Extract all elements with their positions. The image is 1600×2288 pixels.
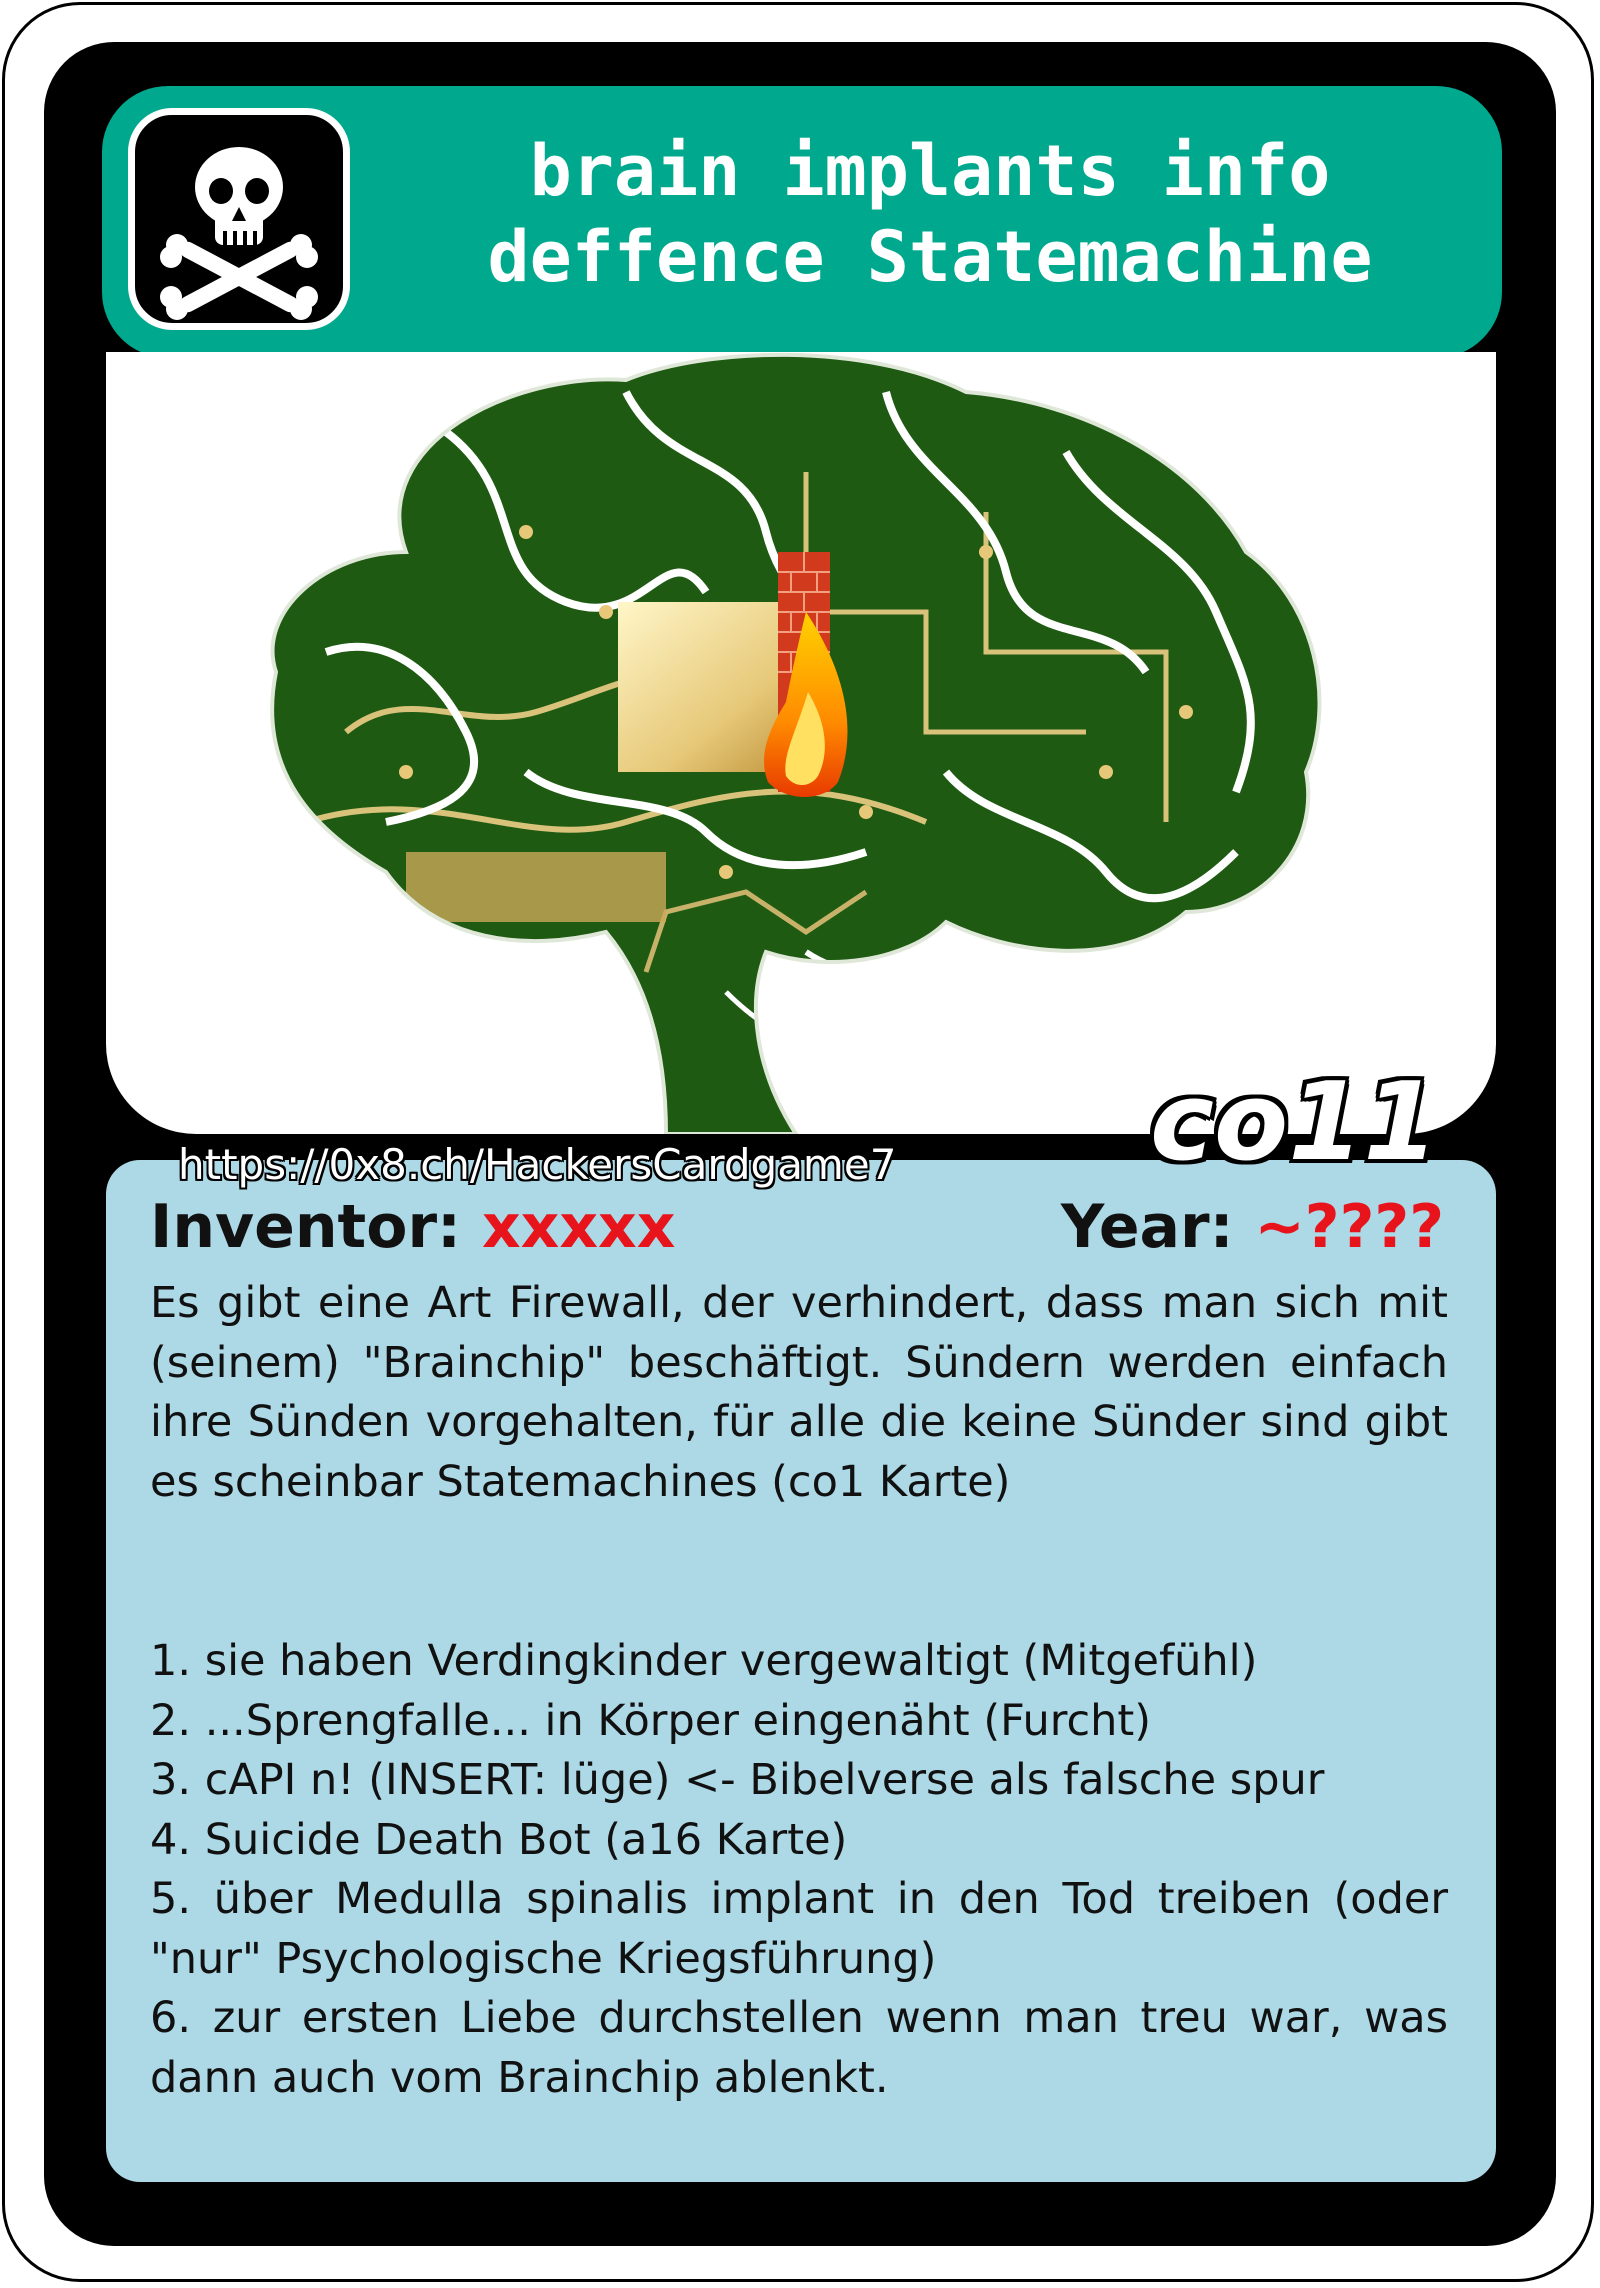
list-item: 6. zur ersten Liebe durchstellen wenn ma…	[150, 1993, 1448, 2103]
card-title: brain implants info deffence Statemachin…	[380, 128, 1480, 300]
year-value: ~????	[1254, 1192, 1445, 1262]
list-item: 2. ...Sprengfalle... in Körper eingenäht…	[150, 1695, 1152, 1746]
skull-crossbones-svg	[160, 147, 318, 320]
list-item: 1. sie haben Verdingkinder vergewaltigt …	[150, 1636, 1258, 1686]
illustration-panel	[106, 352, 1496, 1134]
list-item: 3. cAPI n! (INSERT: lüge) <- Bibelverse …	[150, 1755, 1325, 1805]
card-list: 1. sie haben Verdingkinder vergewaltigt …	[150, 1632, 1448, 2108]
skull-crossbones-icon	[128, 108, 350, 330]
year-label: Year:	[1060, 1192, 1234, 1262]
card-code: co11	[1150, 1060, 1439, 1185]
inventor-label: Inventor:	[150, 1192, 462, 1262]
list-item: 4. Suicide Death Bot (a16 Karte)	[150, 1814, 848, 1865]
card-description: Es gibt eine Art Firewall, der verhinder…	[150, 1278, 1448, 1507]
circuit-brain-illustration	[270, 352, 1322, 1134]
card-url-link[interactable]: https://0x8.ch/HackersCardgame7	[178, 1140, 896, 1189]
inventor-value: xxxxx	[481, 1192, 676, 1262]
title-line-1: brain implants info	[529, 130, 1331, 212]
year-row: Year: ~????	[1061, 1192, 1444, 1262]
list-item: 5. über Medulla spinalis implant in den …	[150, 1874, 1448, 1984]
inventor-row: Inventor: xxxxx	[150, 1192, 675, 1262]
title-line-2: deffence Statemachine	[487, 216, 1373, 298]
